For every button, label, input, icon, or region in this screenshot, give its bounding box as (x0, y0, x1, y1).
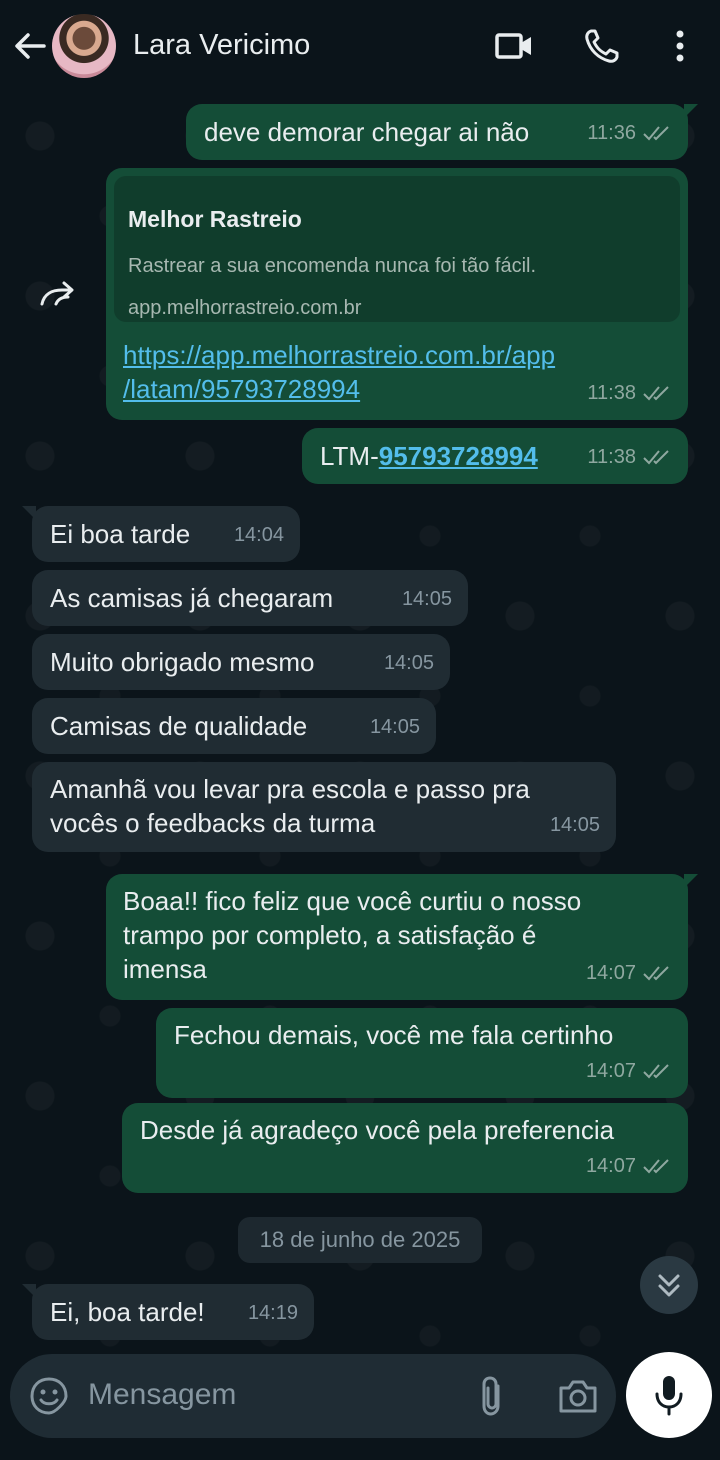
link-preview-card[interactable]: Melhor Rastreio Rastrear a sua encomenda… (114, 176, 680, 322)
forward-icon[interactable] (32, 268, 88, 324)
message-time: 14:07 (585, 1060, 636, 1082)
read-ticks-icon (643, 1064, 669, 1079)
message-time: 11:36 (587, 122, 636, 144)
message-meta: 14:07 (586, 1054, 672, 1088)
message-bubble-incoming[interactable]: As camisas já chegaram 14:05 (32, 570, 468, 626)
message-link[interactable]: 95793728994 (379, 441, 538, 471)
bubble-tail (684, 874, 698, 888)
message-text: Muito obrigado mesmo (50, 647, 315, 677)
message-bubble-incoming[interactable]: Ei, boa tarde! 14:19 (22, 1284, 314, 1340)
bubble-tail (22, 1284, 36, 1298)
message-bubble-incoming[interactable]: Amanhã vou levar pra escola e passo pra … (32, 762, 616, 852)
camera-icon[interactable] (556, 1376, 600, 1416)
link-preview-description: Rastrear a sua encomenda nunca foi tão f… (128, 255, 537, 277)
message-meta: 14:07 (586, 1149, 672, 1183)
emoji-icon[interactable] (28, 1375, 70, 1417)
mic-icon (655, 1376, 683, 1416)
video-call-icon[interactable] (494, 26, 534, 66)
message-bubble-outgoing[interactable]: deve demorar chegar ai não 11:36 (186, 104, 698, 160)
message-text: Ei, boa tarde! (50, 1297, 205, 1327)
chat-area[interactable]: deve demorar chegar ai não 11:36 Melhor … (0, 96, 720, 1352)
back-arrow-icon[interactable] (10, 26, 50, 66)
message-text: deve demorar chegar ai não (204, 117, 530, 147)
read-ticks-icon (643, 386, 669, 401)
scroll-to-bottom-button[interactable] (640, 1256, 698, 1314)
message-bubble-outgoing[interactable]: Melhor Rastreio Rastrear a sua encomenda… (106, 168, 688, 420)
message-bubble-incoming[interactable]: Camisas de qualidade 14:05 (32, 698, 436, 754)
attach-icon[interactable] (472, 1374, 512, 1418)
message-time: 14:05 (401, 588, 452, 610)
link-preview-title: Melhor Rastreio (128, 206, 302, 232)
bubble-tail (22, 506, 36, 520)
message-meta: 11:36 (587, 116, 672, 150)
voice-call-icon[interactable] (582, 26, 622, 66)
message-meta: 14:04 (234, 518, 284, 552)
message-text: Camisas de qualidade (50, 711, 308, 741)
message-bubble-incoming[interactable]: Muito obrigado mesmo 14:05 (32, 634, 450, 690)
message-text: Boaa!! fico feliz que você curtiu o noss… (123, 886, 582, 916)
date-separator: 18 de junho de 2025 (238, 1217, 482, 1263)
message-time: 11:38 (587, 446, 636, 468)
message-text: LTM- (320, 441, 379, 471)
message-meta: 14:07 (586, 956, 672, 990)
message-time: 14:07 (585, 1155, 636, 1177)
read-ticks-icon (643, 966, 669, 981)
message-time: 14:07 (585, 962, 636, 984)
message-text: trampo por completo, a satisfação é (123, 920, 537, 950)
message-time: 14:19 (247, 1302, 298, 1324)
message-bubble-outgoing[interactable]: Desde já agradeço você pela preferencia … (122, 1103, 688, 1193)
bubble-tail (684, 104, 698, 118)
message-meta: 14:05 (384, 646, 434, 680)
more-options-icon[interactable] (660, 26, 700, 66)
message-meta: 14:05 (402, 582, 452, 616)
message-meta: 11:38 (587, 440, 672, 474)
message-link[interactable]: https://app.melhorrastreio.com.br/app (123, 338, 555, 372)
message-bubble-incoming[interactable]: Ei boa tarde 14:04 (22, 506, 300, 562)
message-text: Desde já agradeço você pela preferencia (140, 1115, 615, 1145)
message-time: 14:05 (369, 716, 420, 738)
message-bubble-outgoing[interactable]: Fechou demais, você me fala certinho 14:… (156, 1008, 688, 1098)
message-text: Amanhã vou levar pra escola e passo pra (50, 774, 530, 804)
message-text: imensa (123, 954, 207, 984)
message-time: 14:05 (383, 652, 434, 674)
message-time: 14:05 (549, 814, 600, 836)
avatar[interactable] (52, 14, 116, 78)
message-meta: 14:19 (248, 1296, 298, 1330)
message-bubble-outgoing[interactable]: Boaa!! fico feliz que você curtiu o noss… (106, 874, 698, 1000)
message-bubble-outgoing[interactable]: LTM-95793728994 11:38 (302, 428, 688, 484)
read-ticks-icon (643, 126, 669, 141)
link-preview-domain: app.melhorrastreio.com.br (128, 297, 362, 319)
message-composer[interactable]: Mensagem (10, 1354, 616, 1438)
message-time: 14:04 (233, 524, 284, 546)
message-meta: 11:38 (587, 376, 672, 410)
double-chevron-down-icon (658, 1274, 680, 1297)
contact-name[interactable]: Lara Vericimo (133, 29, 310, 62)
message-meta: 14:05 (550, 808, 600, 842)
message-input[interactable]: Mensagem (88, 1378, 236, 1412)
message-time: 11:38 (587, 382, 636, 404)
message-link[interactable]: /latam/95793728994 (123, 372, 555, 406)
read-ticks-icon (643, 450, 669, 465)
message-text: vocês o feedbacks da turma (50, 808, 376, 838)
message-meta: 14:05 (370, 710, 420, 744)
message-text: As camisas já chegaram (50, 583, 334, 613)
chat-header: Lara Vericimo (0, 0, 720, 96)
message-text: Fechou demais, você me fala certinho (174, 1020, 614, 1050)
voice-message-button[interactable] (626, 1352, 712, 1438)
read-ticks-icon (643, 1159, 669, 1174)
message-text: Ei boa tarde (50, 519, 191, 549)
